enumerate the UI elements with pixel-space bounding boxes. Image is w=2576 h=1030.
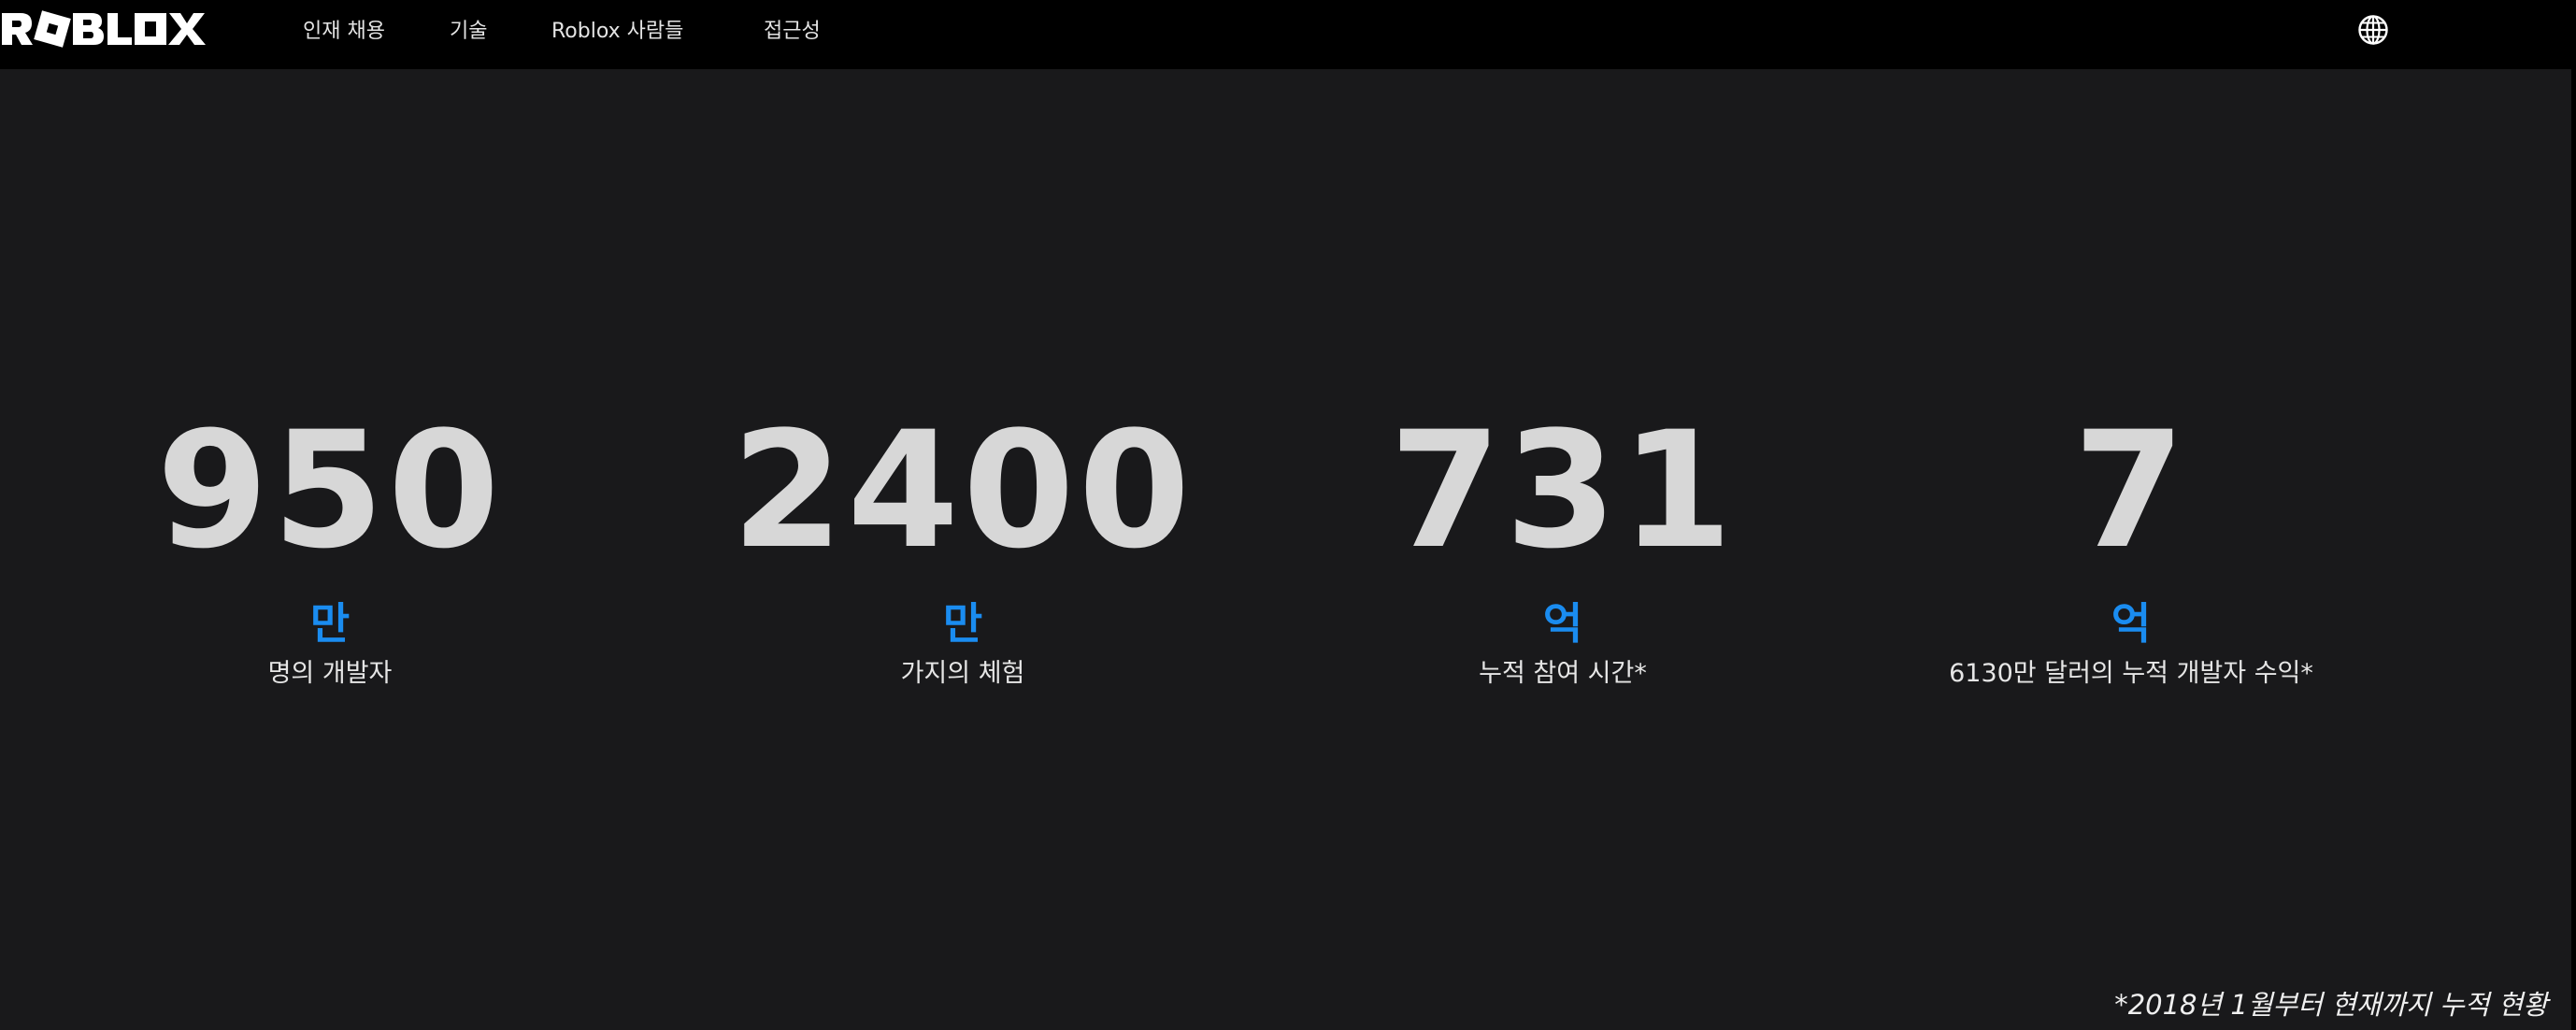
roblox-logo[interactable] xyxy=(0,7,209,49)
roblox-logo-icon xyxy=(2,10,206,48)
nav-technology[interactable]: 기술 xyxy=(450,0,487,58)
stat-number: 731 xyxy=(1389,396,1737,584)
page-edge-divider xyxy=(2571,0,2576,1030)
nav-accessibility[interactable]: 접근성 xyxy=(764,0,821,58)
stat-unit: 만 xyxy=(309,598,351,649)
top-navigation-bar: 인재 채용 기술 Roblox 사람들 접근성 xyxy=(0,0,2576,69)
stat-developer-earnings: 7 억 6130만 달러의 누적 개발자 수익* xyxy=(1804,396,2458,692)
stat-number: 2400 xyxy=(731,396,1195,584)
stat-description: 명의 개발자 xyxy=(267,659,393,688)
stat-description: 6130만 달러의 누적 개발자 수익* xyxy=(1949,659,2313,688)
stat-unit: 만 xyxy=(942,598,983,649)
stat-number: 7 xyxy=(2073,396,2189,584)
stat-experiences: 2400 만 가지의 체험 xyxy=(636,396,1290,692)
stat-number: 950 xyxy=(156,396,504,584)
stat-developers: 950 만 명의 개발자 xyxy=(3,396,657,692)
stat-engagement-hours: 731 억 누적 참여 시간* xyxy=(1236,396,1890,692)
page: 인재 채용 기술 Roblox 사람들 접근성 950 만 명의 개발자 240… xyxy=(0,0,2576,1030)
footnote: *2018년 1월부터 현재까지 누적 현황 xyxy=(2114,989,2548,1021)
stat-description: 누적 참여 시간* xyxy=(1479,659,1647,688)
nav-people[interactable]: Roblox 사람들 xyxy=(551,0,683,58)
stat-unit: 억 xyxy=(2111,598,2152,649)
nav-careers[interactable]: 인재 채용 xyxy=(303,0,385,58)
stat-description: 가지의 체험 xyxy=(900,659,1025,688)
stat-unit: 억 xyxy=(1542,598,1583,649)
globe-icon[interactable] xyxy=(2357,14,2389,46)
